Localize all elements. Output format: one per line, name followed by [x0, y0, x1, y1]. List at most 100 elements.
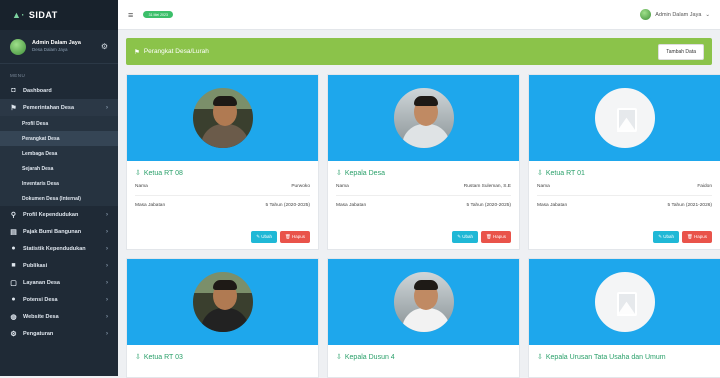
- staff-photo: [391, 86, 456, 150]
- brand-logo[interactable]: ▲· SIDAT: [0, 0, 118, 30]
- sidebar-subitem-lembaga[interactable]: Lembaga Desa: [0, 146, 118, 161]
- sidebar-item-label: Pajak Bumi Bangunan: [23, 228, 82, 235]
- chevron-right-icon: ›: [106, 330, 108, 337]
- sidebar-item-layanan[interactable]: ▢ Layanan Desa ›: [0, 274, 118, 291]
- sidebar-item-publikasi[interactable]: ■ Publikasi ›: [0, 257, 118, 274]
- chevron-right-icon: ›: [106, 296, 108, 303]
- people-icon: ⚲: [10, 211, 17, 219]
- sidebar-item-label: Layanan Desa: [23, 279, 60, 286]
- circle-icon: ●: [11, 296, 16, 303]
- user-role: Desa Dalam Jaya: [32, 47, 68, 52]
- staff-card: ⇩ Kepala Dusun 4: [327, 258, 520, 378]
- flag-icon: ⚑: [10, 104, 17, 112]
- chevron-right-icon: ›: [106, 262, 108, 269]
- user-name: Admin Dalam Jaya: [32, 39, 81, 46]
- sidebar-item-pajak[interactable]: ▤ Pajak Bumi Bangunan ›: [0, 223, 118, 240]
- document-icon: ▢: [10, 279, 17, 287]
- person-icon: ⇩: [537, 354, 543, 361]
- chevron-right-icon: ›: [106, 104, 108, 111]
- chevron-right-icon: ›: [106, 228, 108, 235]
- sidebar-subitem-perangkat[interactable]: Perangkat Desa: [0, 131, 118, 146]
- name-label: Nama: [135, 184, 148, 189]
- top-bar: ≡ 31 Mei 2023 Admin Dalam Jaya ⌄: [118, 0, 720, 30]
- sidebar-item-statistik[interactable]: ● Statistik Kependudukan ›: [0, 240, 118, 257]
- sidebar-item-pemerintahan[interactable]: ⚑ Pemerintahan Desa ›: [0, 99, 118, 116]
- staff-card: ⇩ Ketua RT 08 Nama Purwoko Masa Jabatan 5 T…: [126, 74, 319, 250]
- staff-role: Ketua RT 08: [143, 169, 183, 177]
- sidebar-subitem-sejarah[interactable]: Sejarah Desa: [0, 161, 118, 176]
- sidebar-item-label: Publikasi: [23, 262, 48, 269]
- person-icon: ⇩: [336, 354, 342, 361]
- delete-button[interactable]: 🗑 Hapus: [682, 231, 712, 243]
- name-label: Nama: [336, 184, 349, 189]
- sidebar-subitem-dokumen[interactable]: Dokumen Desa (Internal): [0, 191, 118, 206]
- flag-icon: ⚑: [134, 48, 140, 56]
- staff-card: ⇩ Ketua RT 01 Nama Faidon Masa Jabatan 5 Ta…: [528, 74, 720, 250]
- brand-name: SIDAT: [28, 10, 58, 20]
- sidebar-item-dashboard[interactable]: ◘ Dashboard: [0, 82, 118, 99]
- edit-button[interactable]: ✎ Ubah: [251, 231, 278, 243]
- main-content: ⚑ Perangkat Desa/Lurah Tambah Data ⇩ Ketu…: [118, 30, 720, 378]
- sidebar-item-label: Potensi Desa: [23, 296, 58, 303]
- person-icon: ⇩: [135, 170, 141, 177]
- delete-button[interactable]: 🗑 Hapus: [280, 231, 310, 243]
- chevron-right-icon: ›: [106, 279, 108, 286]
- staff-photo: [190, 86, 255, 150]
- placeholder-photo-icon: [592, 86, 657, 150]
- staff-role: Ketua RT 03: [143, 353, 183, 361]
- staff-name: Purwoko: [291, 184, 310, 189]
- sidebar-item-label: Pemerintahan Desa: [23, 104, 75, 111]
- chart-icon: ●: [11, 245, 16, 252]
- staff-role: Kepala Urusan Tata Usaha dan Umum: [545, 353, 666, 361]
- staff-name: Faidon: [697, 184, 712, 189]
- chevron-right-icon: ›: [106, 245, 108, 252]
- user-panel: Admin Dalam Jaya Desa Dalam Jaya ⚙: [0, 30, 118, 64]
- menu-heading: MENU: [10, 73, 26, 78]
- term-label: Masa Jabatan: [336, 203, 367, 208]
- edit-button[interactable]: ✎ Ubah: [452, 231, 479, 243]
- avatar: [640, 9, 652, 20]
- sidebar-item-website[interactable]: ◍ Website Desa ›: [0, 308, 118, 325]
- staff-grid: ⇩ Ketua RT 08 Nama Purwoko Masa Jabatan 5 T…: [126, 74, 720, 378]
- sidebar-subitem-profil[interactable]: Profil Desa: [0, 116, 118, 131]
- add-data-button[interactable]: Tambah Data: [658, 43, 704, 60]
- staff-card: ⇩ Kepala Desa Nama Rustam Suleman, S.E Mas…: [327, 74, 520, 250]
- sidebar-item-potensi[interactable]: ● Potensi Desa ›: [0, 291, 118, 308]
- staff-photo: [391, 270, 456, 334]
- delete-button[interactable]: 🗑 Hapus: [481, 231, 511, 243]
- date-badge: 31 Mei 2023: [143, 11, 174, 18]
- gear-icon[interactable]: ⚙: [101, 42, 108, 51]
- sidebar-item-label: Website Desa: [23, 313, 59, 320]
- megaphone-icon: ■: [11, 262, 16, 269]
- menu-toggle-icon[interactable]: ≡: [128, 10, 133, 20]
- user-menu[interactable]: Admin Dalam Jaya ⌄: [640, 9, 710, 20]
- name-label: Nama: [537, 184, 550, 189]
- sidebar-item-label: Profil Kependudukan: [23, 211, 79, 218]
- topbar-user-name: Admin Dalam Jaya: [655, 11, 702, 18]
- settings-icon: ⚙: [10, 330, 17, 338]
- page-banner: ⚑ Perangkat Desa/Lurah Tambah Data: [126, 38, 712, 65]
- sidebar-item-label: Statistik Kependudukan: [23, 245, 86, 252]
- placeholder-photo-icon: [592, 270, 657, 334]
- term-label: Masa Jabatan: [537, 203, 568, 208]
- staff-card: ⇩ Ketua RT 03: [126, 258, 319, 378]
- staff-term: 5 Tahun (2020-2025): [466, 203, 511, 208]
- chevron-down-icon: ⌄: [705, 11, 710, 18]
- staff-role: Ketua RT 01: [545, 169, 585, 177]
- page-title: Perangkat Desa/Lurah: [143, 48, 209, 55]
- brand-prefix: ▲·: [12, 10, 25, 20]
- avatar: [10, 38, 26, 55]
- globe-icon: ◍: [10, 313, 17, 321]
- building-icon: ▤: [10, 228, 17, 236]
- person-icon: ⇩: [336, 170, 342, 177]
- sidebar-item-profil-kependudukan[interactable]: ⚲ Profil Kependudukan ›: [0, 206, 118, 223]
- chevron-right-icon: ›: [106, 313, 108, 320]
- staff-role: Kepala Dusun 4: [344, 353, 395, 361]
- sidebar-subitem-inventaris[interactable]: Inventaris Desa: [0, 176, 118, 191]
- staff-name: Rustam Suleman, S.E: [463, 184, 511, 189]
- staff-role: Kepala Desa: [344, 169, 385, 177]
- sidebar-item-pengaturan[interactable]: ⚙ Pengaturan ›: [0, 325, 118, 342]
- sidebar-item-label: Pengaturan: [23, 330, 54, 337]
- person-icon: ⇩: [537, 170, 543, 177]
- edit-button[interactable]: ✎ Ubah: [653, 231, 680, 243]
